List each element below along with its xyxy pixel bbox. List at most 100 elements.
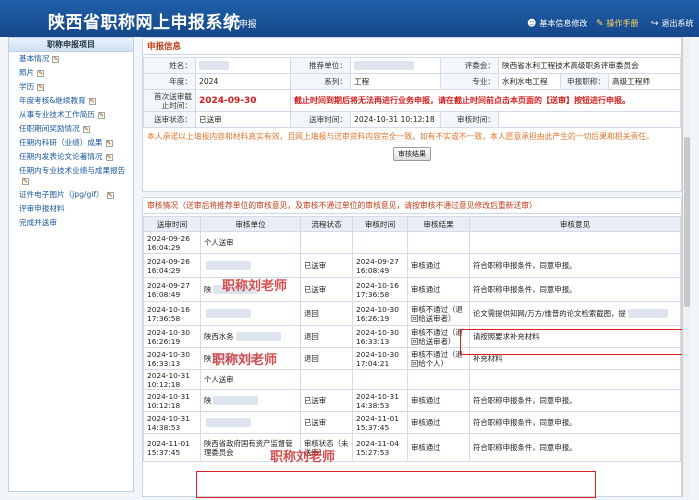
watermark-text: 职称刘老师: [212, 353, 278, 368]
sidebar-item[interactable]: 任期内发表论文论著情况 ✎: [9, 150, 133, 164]
sidebar-item[interactable]: 任期内专业技术业绩与成果报告 ✎: [9, 164, 133, 188]
edit-icon[interactable]: ✎: [82, 126, 90, 133]
cell-send: 2024-09-26 16:04:29: [143, 231, 201, 254]
col-review-time: 审核时间: [352, 216, 408, 232]
app-header: 陕西省职称网上申报系统 申报 ☻基本信息修改 ✎操作手册 ↪退出系统: [0, 0, 699, 37]
cell-result: 审核通过: [407, 411, 470, 434]
sidebar-item[interactable]: 任期内科研（业绩）成果 ✎: [9, 136, 133, 150]
cell-opinion-text: 符合职称申报条件，同意申报。: [473, 443, 577, 452]
col-result: 审核结果: [407, 216, 470, 232]
cell-send-text: 2024-10-31 14:38:53: [147, 413, 190, 432]
sidebar-item[interactable]: 完成并送审: [9, 216, 133, 230]
cell-unit-text: 个人送审: [204, 238, 234, 247]
cell-opinion: 符合职称申报条件，同意申报。: [469, 277, 681, 302]
redacted-unit: [206, 418, 251, 428]
cell-state-text: 已送审: [304, 396, 327, 405]
cell-send-text: 2024-10-16 17:36:58: [147, 304, 190, 323]
cell-result-text: 审核通过: [411, 418, 441, 427]
cell-state-text: 退回: [304, 354, 319, 363]
sidebar-item[interactable]: 学历 ✎: [9, 80, 133, 94]
cell-unit-text: 陕: [204, 353, 212, 363]
scrollbar[interactable]: [682, 37, 691, 497]
logout-link[interactable]: ↪ 退出系统: [651, 18, 694, 29]
cell-unit: 个人送审: [200, 369, 301, 390]
cell-send-text: 2024-09-26 16:04:29: [147, 233, 190, 252]
cell-opinion: 符合职称申报条件，同意申报。: [469, 253, 681, 278]
name-label: 姓名：: [143, 57, 196, 74]
edit-icon[interactable]: ✎: [37, 84, 45, 91]
year-label: 年度：: [143, 73, 196, 90]
send-time-label: 送审时间：: [290, 111, 351, 128]
sidebar-item-label: 照片: [19, 68, 35, 77]
review-section-title: 审核情况（送审后将推荐单位的审核意见，及审核不通过单位的审核意见，请按审核不通过…: [143, 198, 681, 214]
cell-time: 2024-10-31 14:38:53: [352, 389, 408, 412]
table-row: 2024-10-31 10:12:18 陕 已送审 2024-10-31 14:38:…: [143, 389, 681, 412]
cell-state-text: 退回: [304, 309, 319, 318]
major-value: 水利水电工程: [498, 73, 561, 90]
cell-send: 2024-09-26 16:04:29: [143, 253, 201, 278]
cell-unit: [200, 253, 301, 278]
deadline-notice: 截止时间到期后将无法再进行业务申报，请在截止时间前点击本页面的【送审】按钮进行申…: [290, 89, 681, 112]
cell-time: [352, 231, 408, 254]
unit-label: 推荐单位：: [290, 57, 351, 74]
sidebar-item-label: 任期内发表论文论著情况: [19, 152, 103, 161]
cell-send: 2024-09-27 16:08:49: [143, 277, 201, 302]
review-result-button[interactable]: 审核结果: [393, 147, 431, 161]
edit-icon[interactable]: ✎: [106, 192, 114, 199]
sidebar-item-label: 年度考核&继续教育: [19, 96, 86, 105]
review-time-value: [498, 111, 681, 128]
edit-icon[interactable]: ✎: [97, 112, 105, 119]
cell-opinion-text: 补充材料: [473, 354, 503, 363]
review-time-label: 审核时间：: [440, 111, 499, 128]
sidebar-item[interactable]: 基本情况 ✎: [9, 52, 133, 66]
edit-icon[interactable]: ✎: [105, 154, 113, 161]
cell-time: 2024-11-01 15:37:45: [352, 411, 408, 434]
col-unit: 审核单位: [200, 216, 301, 232]
cell-state: 已送审: [300, 389, 353, 412]
sidebar-item[interactable]: 证件电子图片（jpg/gif） ✎: [9, 188, 133, 202]
watermark-text: 职称刘老师: [222, 279, 288, 294]
watermark-text: 职称刘老师: [270, 450, 336, 465]
table-row: 2024-10-31 14:38:53 已送审 2024-11-01 15:37:4…: [143, 411, 681, 434]
cell-opinion: 符合职称申报条件，同意申报。: [469, 433, 681, 462]
redacted-unit: [206, 309, 251, 319]
col-opinion: 审核意见: [469, 216, 681, 232]
scrollbar-thumb[interactable]: [684, 137, 690, 307]
manual-link[interactable]: ✎ 操作手册: [596, 18, 639, 29]
unit-value: [350, 57, 441, 74]
sidebar-item[interactable]: 从事专业技术工作简历 ✎: [9, 108, 133, 122]
cell-time: 2024-09-27 16:08:49: [352, 253, 408, 278]
cell-result: 审核通过: [407, 253, 470, 278]
cell-time-text: 2024-10-30 16:33:13: [356, 327, 399, 346]
edit-icon[interactable]: ✎: [22, 178, 29, 185]
cell-result-text: 审核不通过（退回给送审者）: [411, 304, 463, 323]
redacted-opinion: [627, 309, 668, 319]
deadline-value: 2024-09-30: [195, 89, 291, 112]
cell-unit: 个人送审: [200, 231, 301, 254]
sidebar-item[interactable]: 年度考核&继续教育 ✎: [9, 94, 133, 108]
cell-state-text: 退回: [304, 332, 319, 341]
sidebar: 职称申报项目 基本情况 ✎ 照片 ✎ 学历 ✎ 年度考核&继续教育 ✎ 从事专业技术工作简历 ✎ 任…: [8, 37, 134, 492]
cell-opinion: [469, 369, 681, 390]
cell-state-text: 已送审: [304, 418, 327, 427]
sidebar-item[interactable]: 评审申报材料: [9, 202, 133, 216]
edit-icon[interactable]: ✎: [88, 98, 96, 105]
edit-icon[interactable]: ✎: [52, 56, 60, 63]
cell-send: 2024-10-31 10:12:18: [143, 389, 201, 412]
edit-icon[interactable]: ✎: [37, 70, 45, 77]
cell-state: 已送审: [300, 277, 353, 302]
status-value: 已送审: [195, 111, 291, 128]
cell-result: 审核通过: [407, 389, 470, 412]
cell-send-text: 2024-10-30 16:26:19: [147, 327, 190, 346]
cell-opinion-text: 论文需提供知网/万方/维普的论文检索截图，提: [473, 308, 626, 318]
edit-profile-link[interactable]: ☻ 基本信息修改: [527, 18, 587, 29]
cell-time: 2024-10-30 16:26:19: [352, 301, 408, 326]
cell-opinion-text: 符合职称申报条件，同意申报。: [473, 418, 577, 427]
edit-icon[interactable]: ✎: [105, 140, 113, 147]
cell-send-text: 2024-11-01 15:37:45: [147, 438, 190, 457]
cell-unit-text: 陕: [204, 395, 212, 405]
name-value: [195, 57, 291, 74]
sidebar-item[interactable]: 任职期间奖励情况 ✎: [9, 122, 133, 136]
logout-icon: ↪: [651, 19, 659, 29]
sidebar-item[interactable]: 照片 ✎: [9, 66, 133, 80]
